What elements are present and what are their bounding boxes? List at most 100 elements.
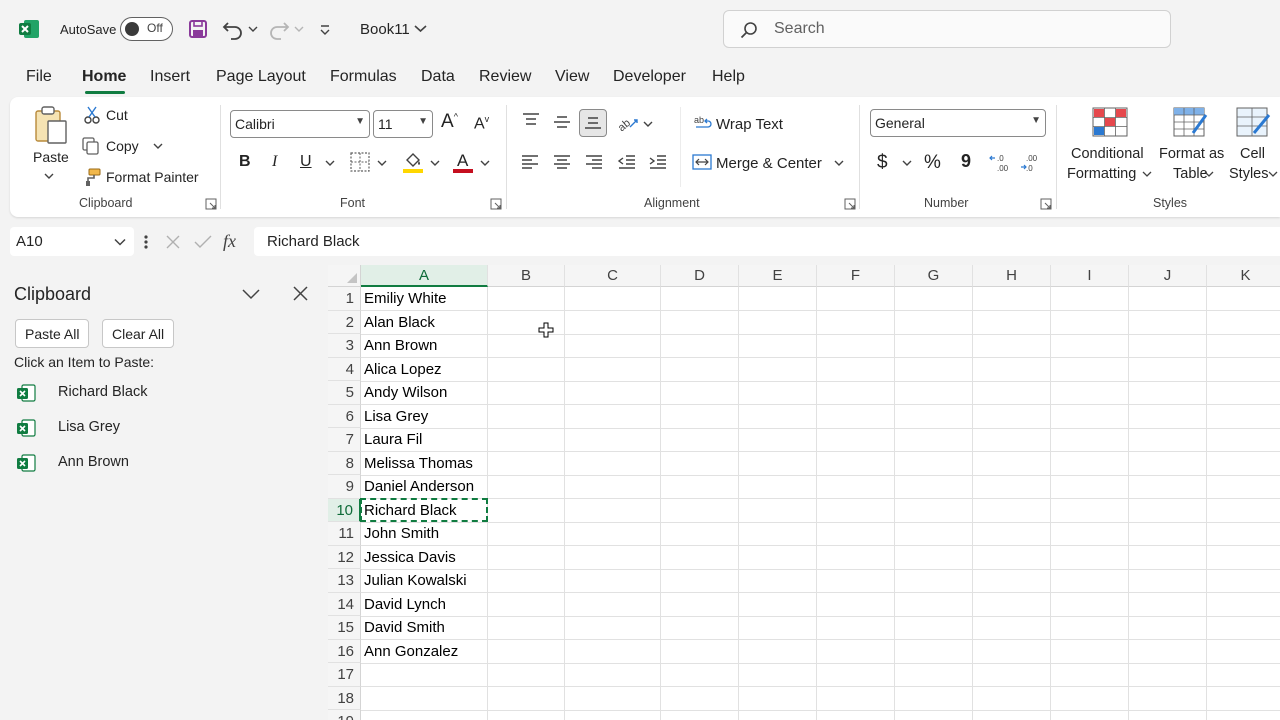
font-color-icon[interactable]: A <box>452 150 474 174</box>
font-name-select[interactable]: Calibri ▼ <box>230 110 370 138</box>
row-header[interactable]: 1 <box>328 287 361 311</box>
format-as-table-label-2[interactable]: Table <box>1173 166 1208 182</box>
column-header-h[interactable]: H <box>973 265 1051 287</box>
tab-help[interactable]: Help <box>712 68 745 86</box>
cell-styles-label-2[interactable]: Styles <box>1229 166 1269 182</box>
tab-data[interactable]: Data <box>421 68 455 86</box>
cell-a13[interactable]: Julian Kowalski <box>364 572 467 589</box>
orientation-dropdown-icon[interactable] <box>643 120 653 128</box>
formula-input[interactable]: Richard Black <box>254 227 1280 256</box>
currency-dropdown-icon[interactable] <box>902 159 912 167</box>
chevron-down-icon[interactable] <box>414 24 427 33</box>
format-as-table-label-1[interactable]: Format as <box>1159 146 1224 162</box>
row-header[interactable]: 13 <box>328 569 361 593</box>
cell-styles-icon[interactable] <box>1236 107 1272 139</box>
worksheet-grid[interactable]: A B C D E F G H I J K 1 2 3 4 5 6 7 8 9 … <box>328 265 1280 720</box>
cell-a12[interactable]: Jessica Davis <box>364 549 456 566</box>
italic-button[interactable]: I <box>272 153 277 171</box>
borders-icon[interactable] <box>350 152 370 172</box>
alignment-launcher-icon[interactable] <box>844 198 856 210</box>
row-header[interactable]: 9 <box>328 475 361 499</box>
paste-icon[interactable] <box>34 105 68 145</box>
row-header[interactable]: 2 <box>328 310 361 334</box>
redo-icon[interactable] <box>268 18 290 40</box>
wrap-text-label[interactable]: Wrap Text <box>716 116 783 133</box>
save-icon[interactable] <box>188 19 208 39</box>
decrease-font-icon[interactable]: Av <box>474 114 489 133</box>
font-size-select[interactable]: 11 ▼ <box>373 110 433 138</box>
select-all-corner[interactable] <box>328 265 361 287</box>
row-header[interactable]: 10 <box>328 498 361 522</box>
percent-format-button[interactable]: % <box>924 152 941 174</box>
cell-a3[interactable]: Ann Brown <box>364 337 437 354</box>
copy-icon[interactable] <box>82 137 100 155</box>
row-header[interactable]: 16 <box>328 639 361 663</box>
merge-center-icon[interactable] <box>692 153 712 171</box>
merge-center-label[interactable]: Merge & Center <box>716 155 822 172</box>
fill-color-icon[interactable] <box>402 150 424 174</box>
clear-all-button[interactable]: Clear All <box>102 319 175 348</box>
cell-a8[interactable]: Melissa Thomas <box>364 455 473 472</box>
number-format-select[interactable]: General ▼ <box>870 109 1046 137</box>
column-header-b[interactable]: B <box>488 265 565 287</box>
row-header[interactable]: 12 <box>328 545 361 569</box>
cell-a6[interactable]: Lisa Grey <box>364 408 428 425</box>
cell-a11[interactable]: John Smith <box>364 525 439 542</box>
align-top-icon[interactable] <box>521 112 541 128</box>
underline-button[interactable]: U <box>300 153 312 171</box>
column-header-i[interactable]: I <box>1051 265 1129 287</box>
comma-style-button[interactable]: 9 <box>961 151 971 172</box>
row-header[interactable]: 17 <box>328 663 361 687</box>
tab-page-layout[interactable]: Page Layout <box>216 68 306 86</box>
copy-label[interactable]: Copy <box>106 138 139 154</box>
column-header-g[interactable]: G <box>895 265 973 287</box>
cell-a7[interactable]: Laura Fil <box>364 431 422 448</box>
row-header[interactable]: 18 <box>328 686 361 710</box>
borders-dropdown-icon[interactable] <box>377 159 387 167</box>
row-header[interactable]: 7 <box>328 428 361 452</box>
cell-styles-label-1[interactable]: Cell <box>1240 146 1265 162</box>
align-bottom-button[interactable] <box>579 109 607 137</box>
column-header-d[interactable]: D <box>661 265 739 287</box>
row-header[interactable]: 4 <box>328 357 361 381</box>
cell-a15[interactable]: David Smith <box>364 619 445 636</box>
column-header-j[interactable]: J <box>1129 265 1207 287</box>
paste-dropdown-icon[interactable] <box>44 172 54 180</box>
close-icon[interactable] <box>293 286 308 301</box>
copy-dropdown-icon[interactable] <box>153 142 163 150</box>
undo-icon[interactable] <box>222 18 244 40</box>
tab-view[interactable]: View <box>555 68 589 86</box>
clipboard-item[interactable]: Ann Brown <box>14 448 314 478</box>
row-header[interactable]: 8 <box>328 451 361 475</box>
cell-a2[interactable]: Alan Black <box>364 314 435 331</box>
cell-a4[interactable]: Alica Lopez <box>364 361 442 378</box>
undo-dropdown-icon[interactable] <box>248 25 258 33</box>
currency-format-button[interactable]: $ <box>877 152 888 174</box>
row-header[interactable]: 6 <box>328 404 361 428</box>
paste-all-button[interactable]: Paste All <box>15 319 90 348</box>
row-header[interactable]: 5 <box>328 381 361 405</box>
format-table-dropdown-icon[interactable] <box>1204 170 1214 178</box>
column-header-f[interactable]: F <box>817 265 895 287</box>
more-options-icon[interactable] <box>143 234 149 250</box>
tab-home[interactable]: Home <box>82 68 126 86</box>
paste-label[interactable]: Paste <box>33 149 69 165</box>
redo-dropdown-icon[interactable] <box>294 25 304 33</box>
font-launcher-icon[interactable] <box>490 198 502 210</box>
enter-check-icon[interactable] <box>193 234 213 250</box>
clipboard-launcher-icon[interactable] <box>205 198 217 210</box>
fill-color-dropdown-icon[interactable] <box>430 159 440 167</box>
merge-dropdown-icon[interactable] <box>834 159 844 167</box>
cut-label[interactable]: Cut <box>106 107 128 123</box>
row-header[interactable]: 11 <box>328 522 361 546</box>
tab-file[interactable]: File <box>26 68 52 86</box>
increase-decimal-icon[interactable]: .0.00 <box>989 152 1013 172</box>
underline-dropdown-icon[interactable] <box>325 159 335 167</box>
increase-font-icon[interactable]: A^ <box>441 111 458 133</box>
clipboard-item[interactable]: Richard Black <box>14 378 314 408</box>
name-box[interactable]: A10 <box>10 227 134 256</box>
bold-button[interactable]: B <box>239 153 251 171</box>
tab-developer[interactable]: Developer <box>613 68 686 86</box>
row-header[interactable]: 15 <box>328 616 361 640</box>
conditional-dropdown-icon[interactable] <box>1142 170 1152 178</box>
